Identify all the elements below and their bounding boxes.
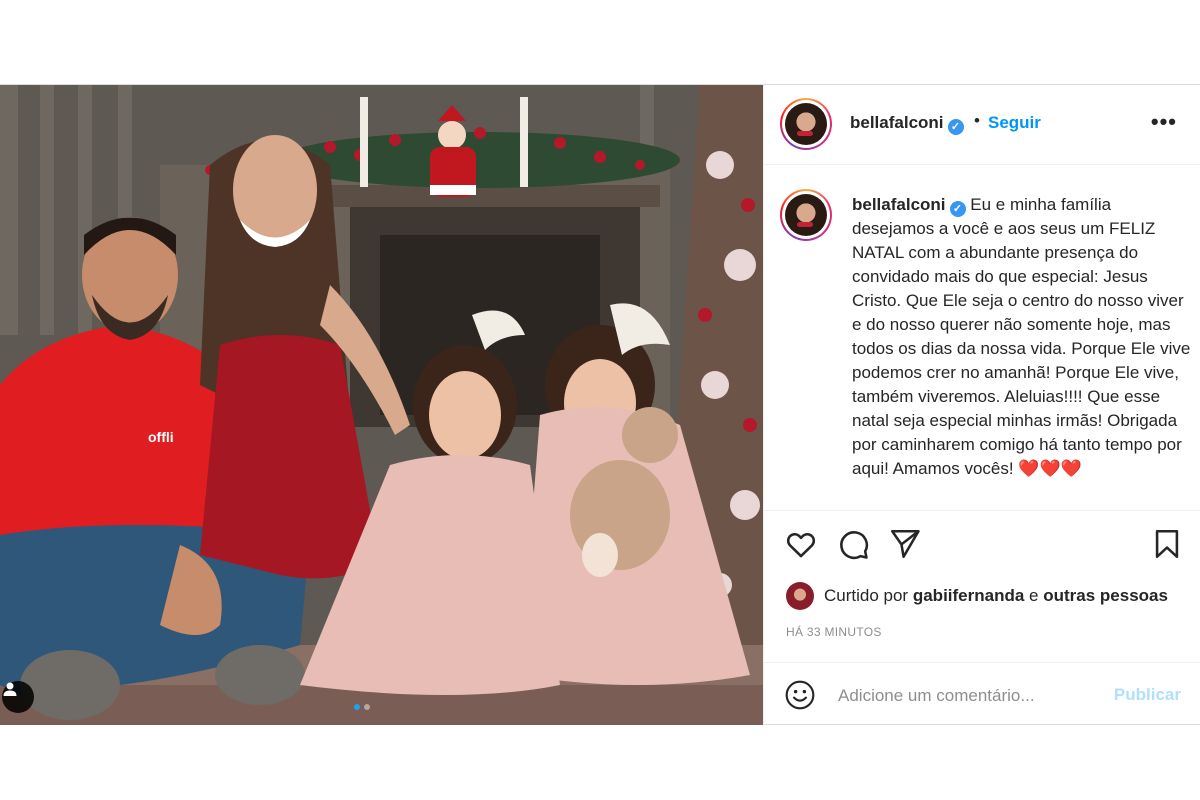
caption-author-avatar[interactable] — [780, 189, 832, 241]
tagged-users-button[interactable] — [2, 681, 34, 713]
like-heart-icon[interactable] — [784, 527, 818, 561]
comment-input[interactable] — [838, 683, 1098, 709]
carousel-dot-active — [354, 704, 360, 710]
hearts-emoji: ❤️❤️❤️ — [1018, 459, 1082, 478]
share-send-icon[interactable] — [888, 527, 922, 561]
publish-button[interactable]: Publicar — [1114, 685, 1181, 705]
more-options-icon[interactable]: ••• — [1151, 109, 1177, 135]
comment-bubble-icon[interactable] — [836, 527, 870, 561]
post-photo[interactable]: offli — [0, 85, 763, 725]
author-avatar[interactable] — [780, 98, 832, 150]
comment-bar: Publicar — [764, 662, 1200, 725]
likes-others-link[interactable]: outras pessoas — [1043, 586, 1168, 606]
likes-prefix: Curtido por — [824, 586, 909, 605]
caption-username[interactable]: bellafalconi — [852, 195, 946, 214]
post-timestamp[interactable]: HÁ 33 MINUTOS — [786, 625, 882, 639]
post-caption: bellafalconi ✓ Eu e minha família desejam… — [764, 165, 1200, 510]
follow-button[interactable]: Seguir — [988, 113, 1041, 133]
liker-avatar[interactable] — [786, 582, 814, 610]
caption-text: Eu e minha família desejamos a você e ao… — [852, 195, 1191, 478]
separator-dot: • — [974, 111, 980, 130]
likes-conjunction: e — [1029, 586, 1039, 605]
post-side-panel: bellafalconi ✓ • Seguir ••• bellafalconi ✓… — [763, 85, 1200, 725]
author-username[interactable]: bellafalconi — [850, 113, 944, 132]
post-header: bellafalconi ✓ • Seguir ••• — [764, 85, 1200, 165]
emoji-smiley-icon[interactable] — [784, 679, 816, 711]
instagram-post: offli bellafalconi ✓ • Seguir ••• bellaf… — [0, 84, 1200, 725]
likes-summary: Curtido por gabiifernanda e outras pesso… — [786, 582, 1168, 610]
liker-username[interactable]: gabiifernanda — [913, 586, 1024, 606]
caption-verified-badge-icon: ✓ — [949, 201, 966, 217]
family-christmas-photo: offli — [0, 85, 763, 725]
author-username-link[interactable]: bellafalconi ✓ — [850, 113, 964, 135]
save-bookmark-icon[interactable] — [1150, 527, 1184, 561]
verified-badge-icon: ✓ — [947, 119, 964, 135]
action-bar — [764, 510, 1200, 570]
shirt-logo-text: offli — [148, 429, 174, 445]
caption-text-block: bellafalconi ✓ Eu e minha família desejam… — [852, 193, 1192, 481]
user-icon — [3, 682, 17, 696]
carousel-indicator — [354, 704, 370, 710]
carousel-dot — [364, 704, 370, 710]
